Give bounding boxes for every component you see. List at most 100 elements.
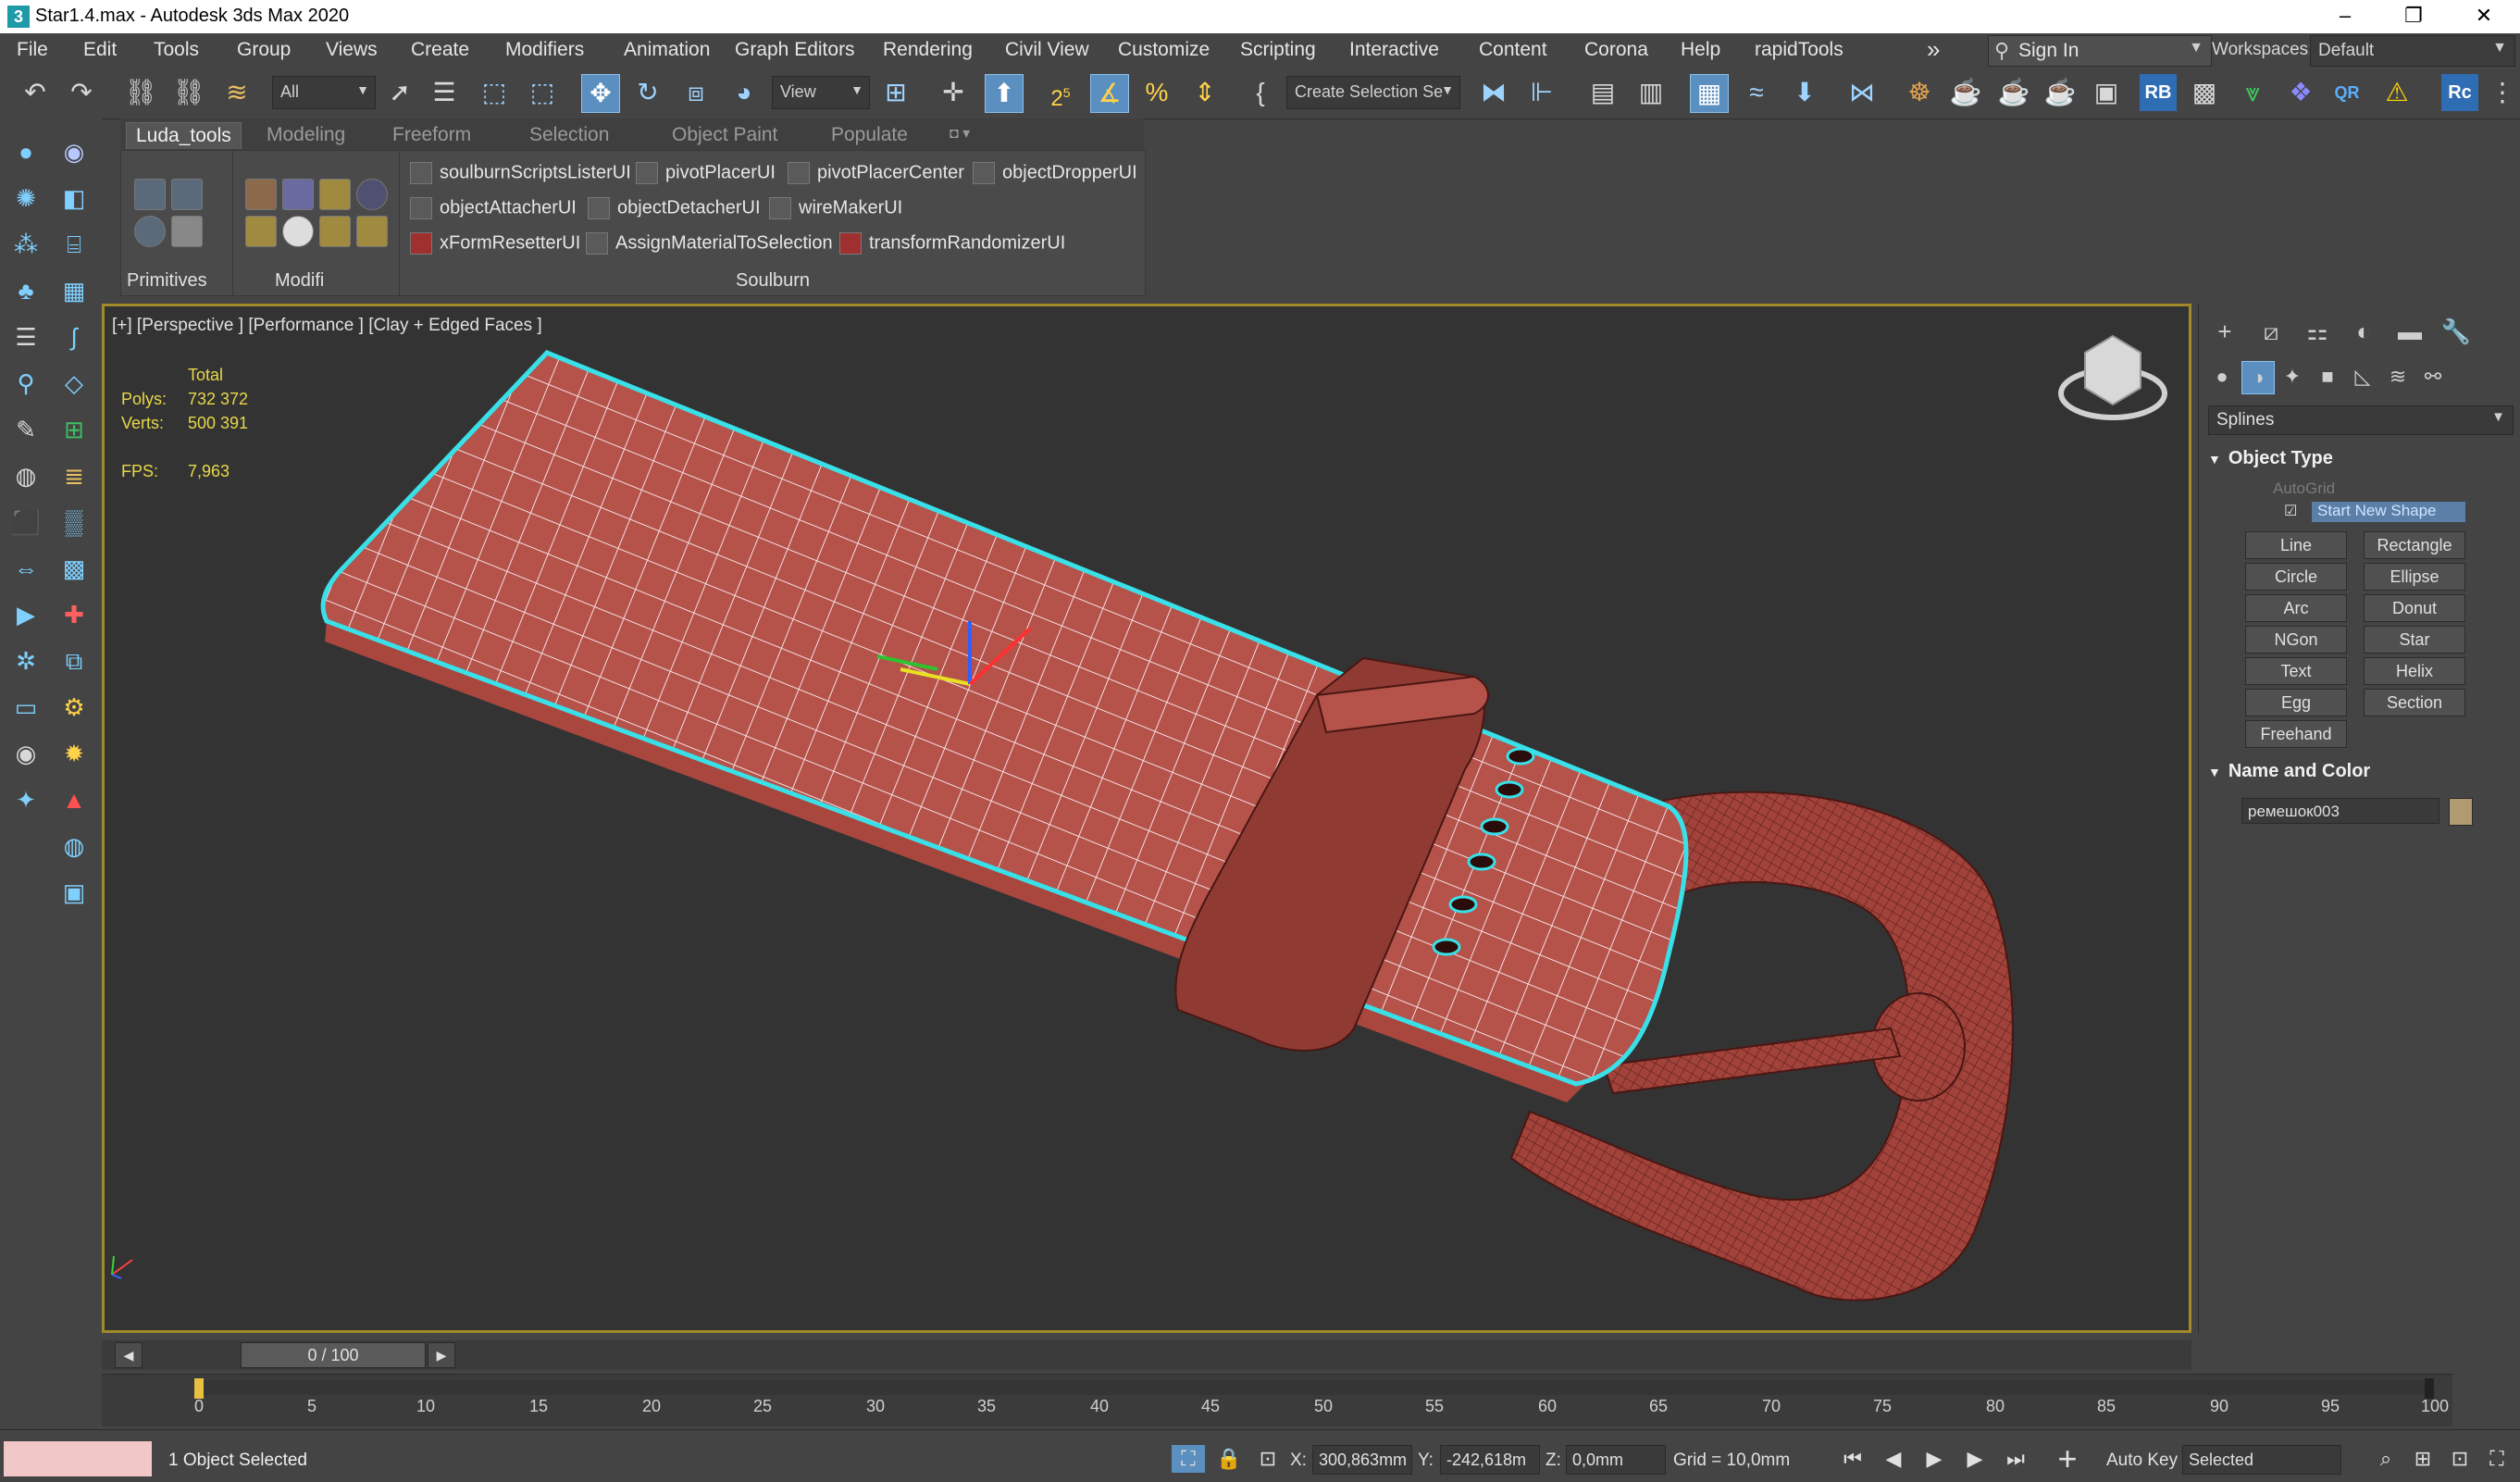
key-filter-select[interactable]: Selected [2182,1445,2341,1475]
check-icon[interactable]: ☑ [2284,502,2297,520]
menu-customize[interactable]: Customize [1118,39,1210,61]
menu-corona[interactable]: Corona [1584,39,1648,61]
spline-icon[interactable]: ∫ [56,318,93,355]
lock-icon[interactable]: 🔒 [1212,1445,1246,1473]
time-slider[interactable]: ◀ 0 / 100 ▶ [102,1340,2191,1370]
helpers-icon[interactable]: ◺ [2347,361,2378,392]
eye-icon[interactable]: ◉ [7,735,44,772]
category-select[interactable]: Splines ▼ [2208,405,2514,435]
auto-key-button[interactable]: Auto Key [2106,1451,2178,1471]
window-icon[interactable]: ▭ [7,689,44,726]
map-icon[interactable]: ▣ [56,874,93,911]
modifier-bend-icon[interactable] [319,216,351,247]
snaps-toggle-icon[interactable]: 25 [1042,74,1079,111]
modify-tab-icon[interactable]: ⧄ [2253,313,2290,350]
select-and-scale-icon[interactable]: ⧈ [677,74,714,111]
tab-object-paint[interactable]: Object Paint [663,122,787,148]
warning-icon[interactable]: ⚠ [2378,74,2415,111]
menu-civil-view[interactable]: Civil View [1005,39,1089,61]
arrows-icon[interactable]: ⇔ [7,550,44,587]
menu-interactive[interactable]: Interactive [1349,39,1439,61]
previous-frame-icon[interactable]: ◀ [1877,1445,1910,1473]
list-icon[interactable]: ☰ [7,318,44,355]
pattern-icon[interactable]: ❖ [2282,74,2319,111]
reference-coordinate-select[interactable]: View ▼ [772,76,870,109]
select-and-move-icon[interactable]: ✥ [581,74,620,113]
workspaces-select[interactable]: Default ▼ [2310,35,2515,67]
geometry-icon[interactable]: ● [2206,361,2238,392]
named-selection-select[interactable]: Create Selection Se ▼ [1286,76,1460,109]
script-button[interactable]: pivotPlacerUI [636,162,776,184]
systems-icon[interactable]: ⚯ [2417,361,2449,392]
matrix-icon[interactable]: ⊞ [56,411,93,448]
create-tab-icon[interactable]: + [2206,313,2243,350]
cube-icon[interactable]: ⬛ [7,504,44,541]
z-coordinate-field[interactable]: 0,0mm [1566,1445,1666,1475]
play-box-icon[interactable]: ▶ [7,596,44,633]
select-manipulate-icon[interactable]: ✛ [935,74,972,111]
script-button[interactable]: objectAttacherUI [410,197,577,219]
globe-icon[interactable]: ◍ [56,828,93,865]
cylinder-icon[interactable]: ⌸ [56,226,93,263]
selection-filter-select[interactable]: All ▼ [272,76,376,109]
material-editor-icon[interactable]: ☸ [1901,74,1938,111]
link-icon[interactable]: ⛓ [122,74,159,111]
hierarchy-tab-icon[interactable]: ⚏ [2299,313,2336,350]
menu-content[interactable]: Content [1479,39,1547,61]
rectangular-selection-icon[interactable]: ⬚ [476,74,513,111]
menu-rendering[interactable]: Rendering [883,39,973,61]
motion-tab-icon[interactable]: ◐ [2345,313,2382,350]
script-button[interactable]: objectDropperUI [973,162,1137,184]
modifier-smooth-icon[interactable] [282,216,314,247]
schematic-view-icon[interactable]: ⋈ [1843,74,1881,111]
spinner-snap-icon[interactable]: ⇕ [1186,74,1223,111]
menu-create[interactable]: Create [411,39,469,61]
menu-tools[interactable]: Tools [154,39,199,61]
layers-icon[interactable]: ≣ [56,457,93,494]
ellipse-button[interactable]: Ellipse [2364,563,2465,591]
mirror-icon[interactable]: ⧓ [1475,74,1512,111]
menu-scripting[interactable]: Scripting [1240,39,1316,61]
object-color-swatch[interactable] [2449,798,2473,826]
primitive-box-icon[interactable] [134,179,166,210]
menu-edit[interactable]: Edit [83,39,117,61]
edit-named-selection-icon[interactable]: { [1242,74,1279,111]
track-bar[interactable]: 0 5 10 15 20 25 30 35 40 45 50 55 60 65 … [102,1374,2452,1426]
select-and-place-icon[interactable]: ◕ [726,74,763,111]
script-button[interactable]: xFormResetterUI [410,232,580,255]
viewport-scene[interactable] [105,306,2189,1330]
add-key-icon[interactable]: + [2045,1442,2090,1480]
undo-icon[interactable]: ↶ [17,74,54,111]
menu-modifiers[interactable]: Modifiers [505,39,584,61]
zoom-extents-icon[interactable]: ⊡ [2443,1445,2477,1473]
tab-modeling[interactable]: Modeling [257,122,354,148]
viewport-label[interactable]: [+] [Perspective ] [Performance ] [Clay … [112,316,542,336]
selection-lock-icon[interactable]: ⛶ [1172,1445,1205,1473]
name-and-color-rollout[interactable]: ▼ Name and Color [2208,761,2512,791]
keyboard-shortcut-override-icon[interactable]: ⬆ [985,74,1024,113]
instance-icon[interactable]: ⧉ [56,642,93,679]
rc-script-button[interactable]: Rc [2441,74,2478,111]
shapes-icon[interactable]: ◑ [2241,361,2275,394]
close-icon[interactable]: ✕ [2452,0,2515,33]
modifier-twist-icon[interactable] [356,216,388,247]
display-tab-icon[interactable]: ▬ [2391,313,2428,350]
rb-script-button[interactable]: RB [2140,74,2177,111]
window-crossing-icon[interactable]: ⬚ [524,74,561,111]
texture-icon[interactable]: ▩ [56,550,93,587]
object-name-field[interactable]: ремешок003 [2241,798,2439,824]
x-coordinate-field[interactable]: 300,863mm [1312,1445,1412,1475]
particles-icon[interactable]: ⁂ [7,226,44,263]
tab-luda-tools[interactable]: Luda_tools [126,122,242,149]
play-icon[interactable]: ▶ [1918,1445,1951,1473]
ribbon-options-icon[interactable]: ◘ ▾ [940,122,979,144]
tab-freeform[interactable]: Freeform [383,122,480,148]
render-iterative-icon[interactable]: ▣ [2088,74,2125,111]
modifier-symmetry-icon[interactable] [245,216,277,247]
maxscript-listener[interactable] [4,1441,152,1476]
bone-icon[interactable]: ⚲ [7,365,44,402]
utilities-tab-icon[interactable]: 🔧 [2438,313,2475,350]
shape-icon[interactable]: ◇ [56,365,93,402]
minimize-icon[interactable]: – [2314,0,2377,33]
bulb-icon[interactable]: ✦ [7,781,44,818]
